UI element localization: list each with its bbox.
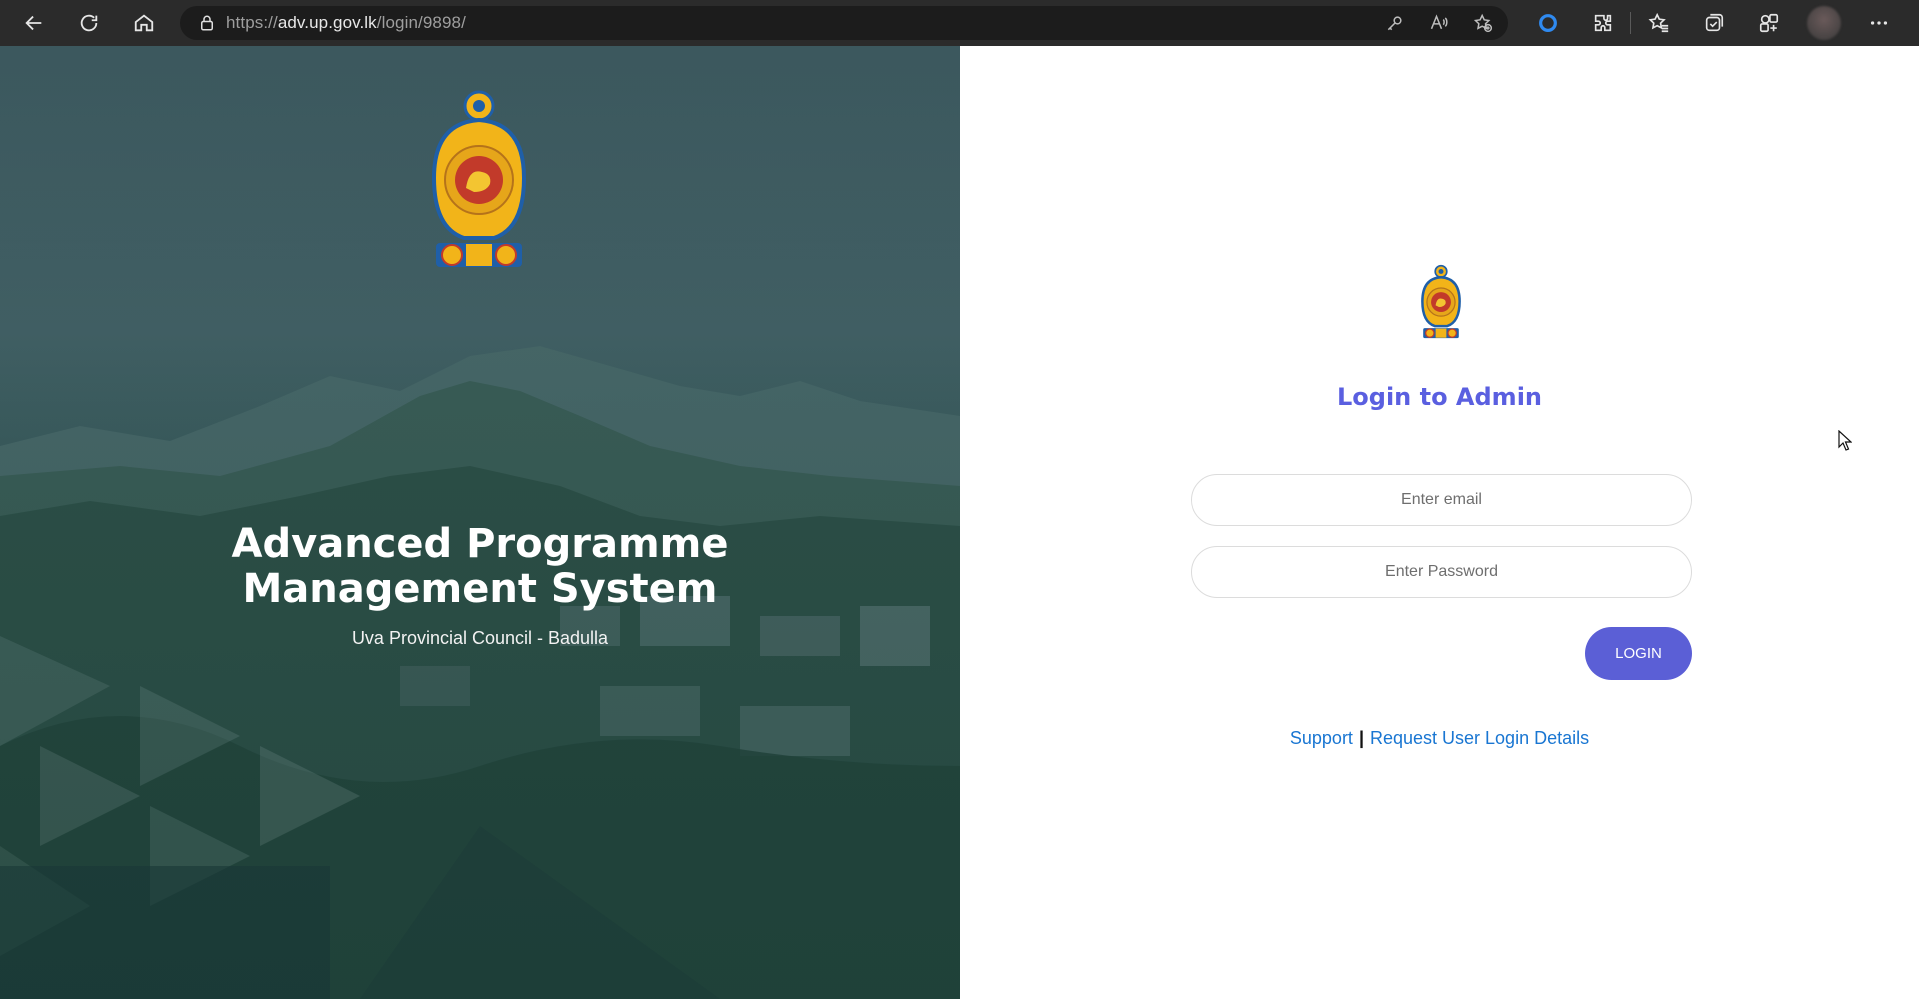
sri-lanka-emblem-logo-small bbox=[1421, 264, 1461, 339]
hero-panel: Advanced Programme Management System Uva… bbox=[0, 46, 960, 999]
browser-essentials-icon[interactable] bbox=[1741, 0, 1796, 46]
lock-icon[interactable] bbox=[188, 6, 226, 40]
login-panel: Login to Admin LOGIN Support| Request Use… bbox=[960, 46, 1919, 999]
key-icon[interactable] bbox=[1380, 8, 1410, 38]
url-host: adv.up.gov.lk bbox=[277, 13, 377, 32]
url-text[interactable]: https://adv.up.gov.lk/login/9898/ bbox=[226, 13, 466, 33]
back-icon[interactable] bbox=[12, 1, 56, 45]
help-links: Support | Request User Login Details bbox=[960, 728, 1919, 749]
hero-title: Advanced Programme Management System bbox=[0, 522, 960, 612]
login-button[interactable]: LOGIN bbox=[1585, 627, 1692, 680]
link-separator: | bbox=[1358, 728, 1364, 748]
mouse-cursor-icon bbox=[1838, 430, 1852, 451]
reload-icon[interactable] bbox=[67, 1, 111, 45]
more-icon[interactable] bbox=[1851, 0, 1906, 46]
sri-lanka-emblem-logo bbox=[431, 90, 527, 267]
profile-avatar[interactable] bbox=[1796, 0, 1851, 46]
url-scheme: https:// bbox=[226, 13, 278, 32]
support-link[interactable]: Support bbox=[1290, 728, 1353, 748]
add-favorite-icon[interactable] bbox=[1468, 8, 1498, 38]
copilot-icon[interactable] bbox=[1520, 0, 1575, 46]
email-field[interactable] bbox=[1191, 474, 1692, 526]
collections-icon[interactable] bbox=[1686, 0, 1741, 46]
address-bar[interactable]: https://adv.up.gov.lk/login/9898/ bbox=[180, 6, 1508, 40]
extensions-icon[interactable] bbox=[1575, 0, 1630, 46]
url-path: /login/9898/ bbox=[376, 13, 466, 32]
request-login-details-link[interactable]: Request User Login Details bbox=[1370, 728, 1589, 748]
favorites-icon[interactable] bbox=[1631, 0, 1686, 46]
hero-title-line1: Advanced Programme bbox=[231, 521, 729, 567]
read-aloud-icon[interactable] bbox=[1424, 8, 1454, 38]
login-title: Login to Admin bbox=[1336, 383, 1543, 411]
hero-subtitle: Uva Provincial Council - Badulla bbox=[351, 628, 609, 648]
home-icon[interactable] bbox=[122, 1, 166, 45]
password-field[interactable] bbox=[1191, 546, 1692, 598]
browser-toolbar: https://adv.up.gov.lk/login/9898/ bbox=[0, 0, 1919, 46]
hero-title-line2: Management System bbox=[242, 566, 718, 612]
